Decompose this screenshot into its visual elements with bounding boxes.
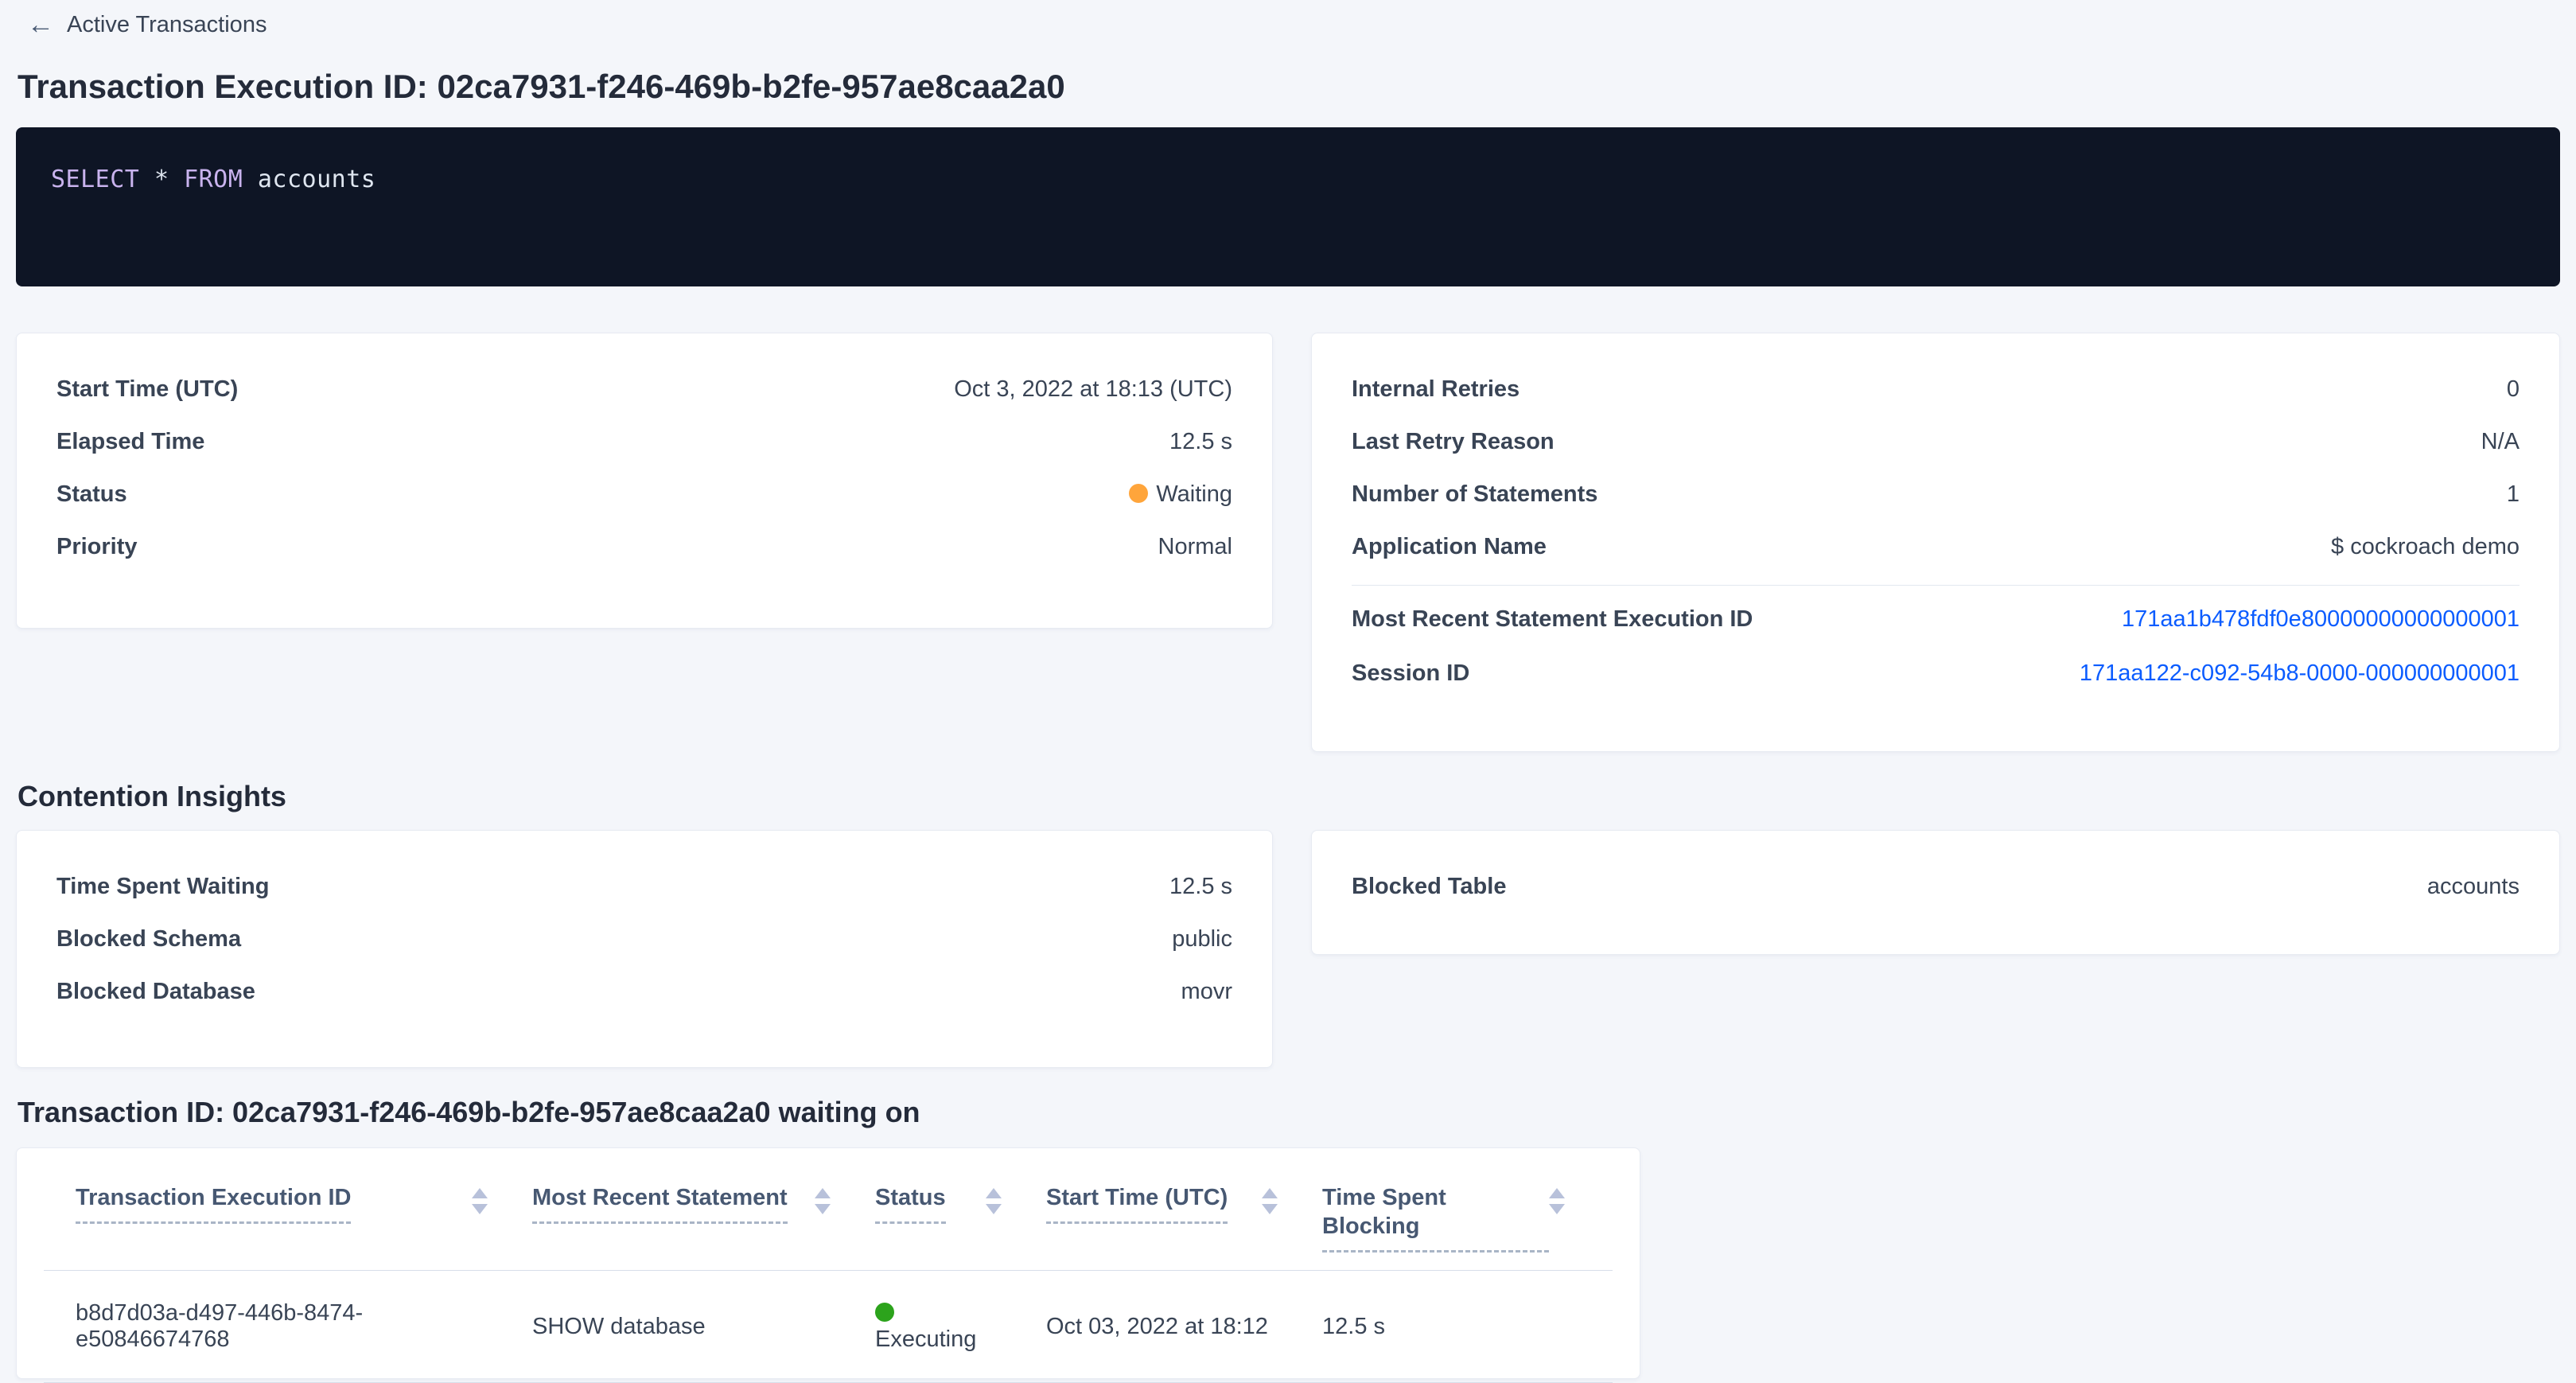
waiting-table-row: Transaction Execution ID Most Recent Sta… (16, 1147, 2560, 1379)
sql-star: * (154, 166, 169, 193)
transaction-details-page: ← Active Transactions Transaction Execut… (0, 0, 2576, 1379)
row-value: 0 (2507, 375, 2520, 403)
table-header-row: Transaction Execution ID Most Recent Sta… (44, 1148, 1613, 1271)
sql-statement-box: SELECT * FROM accounts (16, 127, 2560, 286)
summary-row-elapsed-time: Elapsed Time 12.5 s (56, 427, 1232, 456)
column-header-transaction-execution-id[interactable]: Transaction Execution ID (44, 1183, 532, 1224)
status-text: Executing (875, 1327, 976, 1352)
contention-row-blocked-schema: Blocked Schema public (56, 925, 1232, 953)
cell-transaction-execution-id: b8d7d03a-d497-446b-8474-e50846674768 (44, 1300, 532, 1353)
row-label: Status (56, 480, 127, 508)
contention-row-blocked-database: Blocked Database movr (56, 977, 1232, 1006)
status-value: Waiting (1129, 480, 1232, 508)
summary-row-application-name: Application Name $ cockroach demo (1352, 532, 2520, 561)
row-value: N/A (2481, 427, 2520, 456)
row-label: Most Recent Statement Execution ID (1352, 605, 1753, 633)
cell-time-spent-blocking: 12.5 s (1322, 1314, 1609, 1340)
sort-icon[interactable] (986, 1188, 1002, 1214)
session-id-link[interactable]: 171aa122-c092-54b8-0000-000000000001 (2080, 659, 2520, 688)
blocked-table-card: Blocked Table accounts (1311, 830, 2560, 955)
summary-row-status: Status Waiting (56, 480, 1232, 508)
column-header-status[interactable]: Status (875, 1183, 1046, 1224)
row-label: Time Spent Waiting (56, 872, 269, 901)
row-label: Start Time (UTC) (56, 375, 238, 403)
waiting-transactions-table: Transaction Execution ID Most Recent Sta… (16, 1147, 1640, 1379)
row-value: 1 (2507, 480, 2520, 508)
row-value: Oct 3, 2022 at 18:13 (UTC) (954, 375, 1232, 403)
row-label: Number of Statements (1352, 480, 1597, 508)
row-label: Session ID (1352, 659, 1469, 688)
sort-icon[interactable] (1549, 1188, 1565, 1214)
contention-row-blocked-table: Blocked Table accounts (1352, 872, 2520, 901)
summary-row-last-retry-reason: Last Retry Reason N/A (1352, 427, 2520, 456)
sort-icon[interactable] (815, 1188, 831, 1214)
back-link-label: Active Transactions (67, 12, 267, 38)
back-arrow-icon: ← (27, 11, 54, 38)
page-title: Transaction Execution ID: 02ca7931-f246-… (18, 67, 2560, 107)
column-header-label[interactable]: Time Spent Blocking (1322, 1183, 1549, 1252)
column-header-most-recent-statement[interactable]: Most Recent Statement (532, 1183, 875, 1224)
column-header-time-spent-blocking[interactable]: Time Spent Blocking (1322, 1183, 1609, 1252)
contention-cards-row: Time Spent Waiting 12.5 s Blocked Schema… (16, 830, 2560, 1068)
row-value: movr (1181, 977, 1232, 1006)
column-header-label[interactable]: Transaction Execution ID (76, 1183, 351, 1224)
cell-start-time: Oct 03, 2022 at 18:12 (1046, 1314, 1322, 1340)
transaction-summary-card: Start Time (UTC) Oct 3, 2022 at 18:13 (U… (16, 333, 1273, 629)
card-divider (1352, 585, 2520, 586)
sql-keyword-select: SELECT (51, 166, 139, 193)
row-label: Blocked Table (1352, 872, 1506, 901)
cell-most-recent-statement: SHOW database (532, 1314, 875, 1340)
summary-row-statement-execution-id: Most Recent Statement Execution ID 171aa… (1352, 605, 2520, 633)
waiting-status-dot-icon (1129, 484, 1148, 503)
sql-keyword-from: FROM (184, 166, 243, 193)
contention-details-card: Time Spent Waiting 12.5 s Blocked Schema… (16, 830, 1273, 1068)
executing-status-dot-icon (875, 1303, 894, 1322)
sort-icon[interactable] (1262, 1188, 1278, 1214)
back-link[interactable]: ← Active Transactions (27, 11, 267, 38)
row-label: Blocked Schema (56, 925, 241, 953)
row-value: Normal (1158, 532, 1232, 561)
row-value: 12.5 s (1169, 872, 1232, 901)
column-header-label[interactable]: Most Recent Statement (532, 1183, 788, 1224)
row-value: accounts (2427, 872, 2520, 901)
sql-table-name: accounts (258, 166, 376, 193)
row-label: Priority (56, 532, 138, 561)
column-header-label[interactable]: Status (875, 1183, 946, 1224)
transaction-meta-card: Internal Retries 0 Last Retry Reason N/A… (1311, 333, 2560, 752)
cell-status: Executing (875, 1300, 1046, 1353)
column-header-start-time[interactable]: Start Time (UTC) (1046, 1183, 1322, 1224)
row-value: 12.5 s (1169, 427, 1232, 456)
row-label: Internal Retries (1352, 375, 1520, 403)
column-header-label[interactable]: Start Time (UTC) (1046, 1183, 1228, 1224)
sort-icon[interactable] (472, 1188, 488, 1214)
summary-row-start-time: Start Time (UTC) Oct 3, 2022 at 18:13 (U… (56, 375, 1232, 403)
row-label: Blocked Database (56, 977, 255, 1006)
row-label: Last Retry Reason (1352, 427, 1555, 456)
row-label: Elapsed Time (56, 427, 204, 456)
contention-insights-heading: Contention Insights (18, 779, 2560, 814)
summary-row-priority: Priority Normal (56, 532, 1232, 561)
sql-statement-text: SELECT * FROM accounts (51, 166, 376, 193)
waiting-on-heading: Transaction ID: 02ca7931-f246-469b-b2fe-… (18, 1095, 2560, 1130)
contention-row-time-waiting: Time Spent Waiting 12.5 s (56, 872, 1232, 901)
summary-row-statement-count: Number of Statements 1 (1352, 480, 2520, 508)
row-value: public (1172, 925, 1232, 953)
statement-execution-id-link[interactable]: 171aa1b478fdf0e80000000000000001 (2122, 605, 2520, 633)
status-text: Waiting (1156, 481, 1232, 507)
summary-row-internal-retries: Internal Retries 0 (1352, 375, 2520, 403)
row-value: $ cockroach demo (2331, 532, 2520, 561)
summary-cards-row: Start Time (UTC) Oct 3, 2022 at 18:13 (U… (16, 333, 2560, 752)
row-label: Application Name (1352, 532, 1547, 561)
summary-row-session-id: Session ID 171aa122-c092-54b8-0000-00000… (1352, 659, 2520, 688)
table-row: b8d7d03a-d497-446b-8474-e50846674768 SHO… (44, 1271, 1613, 1383)
